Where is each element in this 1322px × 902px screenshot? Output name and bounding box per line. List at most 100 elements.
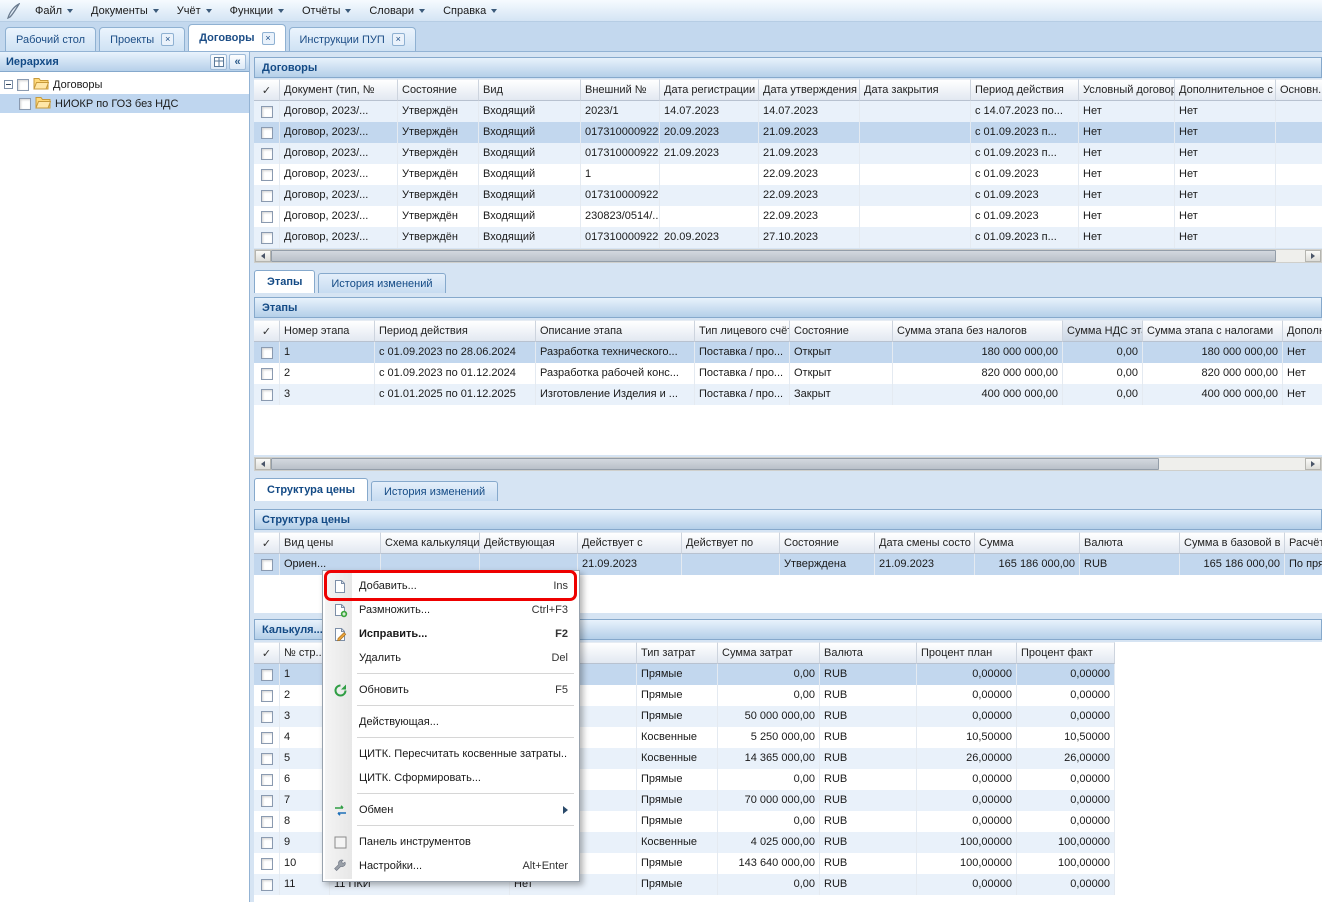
calc-column-header[interactable]: Тип затрат [637,642,718,664]
tab-dogovory[interactable]: Договоры [188,24,285,51]
price-column-header[interactable]: Сумма [975,532,1080,554]
contracts-horizontal-scrollbar[interactable] [254,249,1322,263]
row-checkbox[interactable] [261,690,273,702]
row-checkbox[interactable] [261,106,273,118]
menu-help[interactable]: Справка [434,3,506,19]
menu-accounting[interactable]: Учёт [168,3,221,19]
price-column-header[interactable]: Вид цены [280,532,381,554]
context-menu-item-2[interactable]: Исправить...F2 [325,622,577,646]
stages-column-header[interactable]: Состояние [790,320,893,342]
tab-istoriya-izmeneniy[interactable]: История изменений [318,273,445,293]
row-checkbox[interactable] [261,669,273,681]
tab-istoriya-izmeneniy[interactable]: История изменений [371,481,498,501]
calc-column-header[interactable]: Сумма затрат [718,642,820,664]
contracts-column-header[interactable]: ✓ [254,79,280,101]
stages-column-header[interactable]: Сумма НДС этапа [1063,320,1143,342]
row-checkbox[interactable] [261,347,273,359]
tree-item-niokr[interactable]: НИОКР по ГОЗ без НДС [0,94,249,113]
tree-item-dogovory[interactable]: Договоры [0,75,249,94]
stages-row[interactable]: 3с 01.01.2025 по 01.12.2025Изготовление … [254,384,1322,405]
stages-row[interactable]: 1с 01.09.2023 по 28.06.2024Разработка те… [254,342,1322,363]
row-checkbox[interactable] [261,368,273,380]
stages-column-header[interactable]: ✓ [254,320,280,342]
tab-proekty[interactable]: Проекты [99,27,185,51]
scroll-left-icon[interactable] [255,458,271,470]
price-column-header[interactable]: ✓ [254,532,280,554]
contracts-row[interactable]: Договор, 2023/...УтверждёнВходящий122.09… [254,164,1322,185]
context-menu-item-15[interactable]: Настройки...Alt+Enter [325,854,577,878]
row-checkbox[interactable] [261,732,273,744]
contracts-row[interactable]: Договор, 2023/...УтверждёнВходящий230823… [254,206,1322,227]
scroll-left-icon[interactable] [255,250,271,262]
context-menu-item-12[interactable]: Обмен [325,798,577,822]
menu-documents[interactable]: Документы [82,3,168,19]
context-menu-item-7[interactable]: Действующая... [325,710,577,734]
calc-column-header[interactable]: ✓ [254,642,280,664]
stages-column-header[interactable]: Дополн... [1283,320,1322,342]
contracts-row[interactable]: Договор, 2023/...УтверждёнВходящий017310… [254,122,1322,143]
row-checkbox[interactable] [261,879,273,891]
row-checkbox[interactable] [261,190,273,202]
scroll-right-icon[interactable] [1305,458,1321,470]
calc-column-header[interactable]: Процент план [917,642,1017,664]
price-column-header[interactable]: Валюта [1080,532,1180,554]
menu-dictionaries[interactable]: Словари [360,3,434,19]
contracts-row[interactable]: Договор, 2023/...УтверждёнВходящий017310… [254,143,1322,164]
tree-checkbox[interactable] [17,79,29,91]
row-checkbox[interactable] [261,232,273,244]
stages-column-header[interactable]: Описание этапа [536,320,695,342]
price-column-header[interactable]: Действующая [480,532,578,554]
scrollbar-thumb[interactable] [271,250,1276,262]
scrollbar-thumb[interactable] [271,458,1159,470]
price-column-header[interactable]: Схема калькуляци [381,532,480,554]
tab-etapy[interactable]: Этапы [254,270,315,293]
stages-horizontal-scrollbar[interactable] [254,457,1322,471]
context-menu-item-0[interactable]: Добавить...Ins [325,574,577,598]
price-column-header[interactable]: Расчёт... [1285,532,1322,554]
contracts-column-header[interactable]: Дополнительное с [1175,79,1276,101]
close-icon[interactable] [262,32,275,45]
scroll-right-icon[interactable] [1305,250,1321,262]
row-checkbox[interactable] [261,858,273,870]
contracts-row[interactable]: Договор, 2023/...УтверждёнВходящий017310… [254,185,1322,206]
context-menu-item-5[interactable]: ОбновитьF5 [325,678,577,702]
row-checkbox[interactable] [261,816,273,828]
calc-column-header[interactable]: Процент факт [1017,642,1115,664]
price-column-header[interactable]: Дата смены состо [875,532,975,554]
row-checkbox[interactable] [261,169,273,181]
contracts-row[interactable]: Договор, 2023/...УтверждёнВходящий2023/1… [254,101,1322,122]
contracts-column-header[interactable]: Период действия [971,79,1079,101]
price-column-header[interactable]: Действует с [578,532,682,554]
price-column-header[interactable]: Состояние [780,532,875,554]
contracts-column-header[interactable]: Вид [479,79,581,101]
tab-struktura-tseny[interactable]: Структура цены [254,478,368,501]
context-menu-item-3[interactable]: УдалитьDel [325,646,577,670]
grid-view-icon[interactable] [210,54,227,70]
row-checkbox[interactable] [261,148,273,160]
row-checkbox[interactable] [261,211,273,223]
menu-functions[interactable]: Функции [221,3,293,19]
tree-checkbox[interactable] [19,98,31,110]
contracts-column-header[interactable]: Дата утверждения [759,79,860,101]
collapse-expander-icon[interactable] [4,80,13,89]
row-checkbox[interactable] [261,774,273,786]
stages-column-header[interactable]: Номер этапа [280,320,375,342]
close-icon[interactable] [392,33,405,46]
context-menu-item-10[interactable]: ЦИТК. Сформировать... [325,766,577,790]
row-checkbox[interactable] [261,559,273,571]
tab-instruktsii-pup[interactable]: Инструкции ПУП [289,27,416,51]
stages-row[interactable]: 2с 01.09.2023 по 01.12.2024Разработка ра… [254,363,1322,384]
menu-reports[interactable]: Отчёты [293,3,360,19]
contracts-column-header[interactable]: Внешний № [581,79,660,101]
contracts-row[interactable]: Договор, 2023/...УтверждёнВходящий017310… [254,227,1322,248]
contracts-column-header[interactable]: Условный договор [1079,79,1175,101]
contracts-column-header[interactable]: Документ (тип, № [280,79,398,101]
calc-column-header[interactable]: Валюта [820,642,917,664]
stages-column-header[interactable]: Сумма этапа с налогами [1143,320,1283,342]
stages-column-header[interactable]: Тип лицевого счёт [695,320,790,342]
row-checkbox[interactable] [261,753,273,765]
tab-rabochiy-stol[interactable]: Рабочий стол [5,27,96,51]
contracts-column-header[interactable]: Дата закрытия [860,79,971,101]
contracts-column-header[interactable]: Основн... [1276,79,1322,101]
row-checkbox[interactable] [261,389,273,401]
